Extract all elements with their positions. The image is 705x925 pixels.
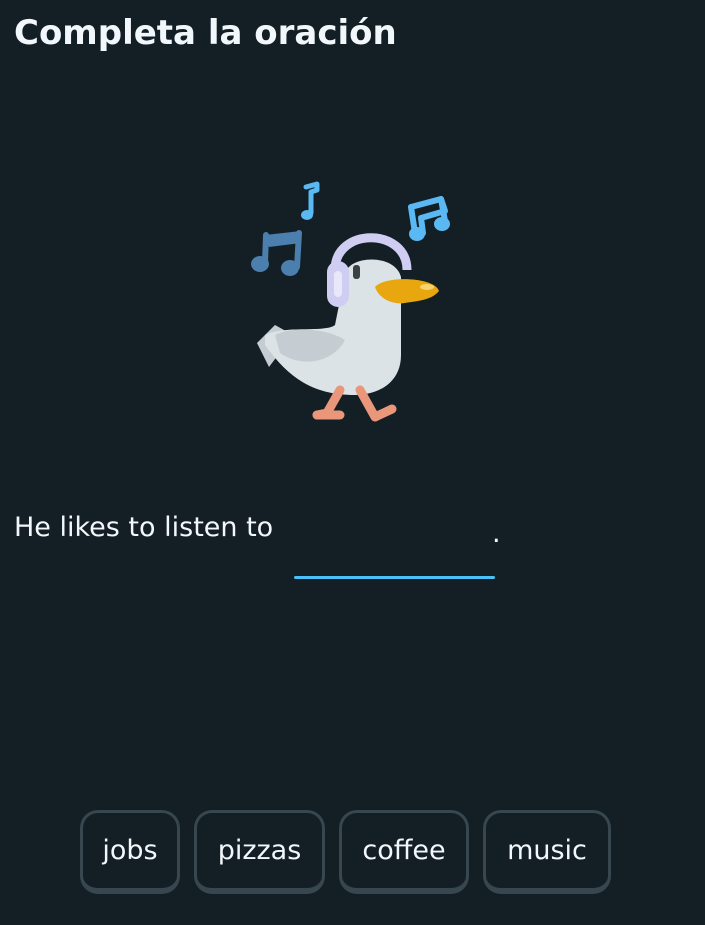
double-music-note-icon: [408, 196, 450, 241]
answer-blank[interactable]: [294, 576, 495, 579]
sentence-prompt: He likes to listen to .: [14, 508, 694, 588]
word-tile-coffee[interactable]: coffee: [339, 810, 469, 894]
word-tile-pizzas[interactable]: pizzas: [194, 810, 325, 894]
sentence-text: He likes to listen to: [14, 512, 274, 543]
sentence-period: .: [492, 518, 501, 549]
seagull-character-illustration: [235, 175, 475, 435]
exercise-screen: Completa la oración He likes to listen t…: [0, 0, 705, 925]
double-music-note-icon: [251, 230, 302, 276]
music-note-icon: [301, 181, 320, 220]
page-title: Completa la oración: [14, 13, 397, 53]
word-tile-jobs[interactable]: jobs: [80, 810, 180, 894]
word-tile-music[interactable]: music: [483, 810, 611, 894]
